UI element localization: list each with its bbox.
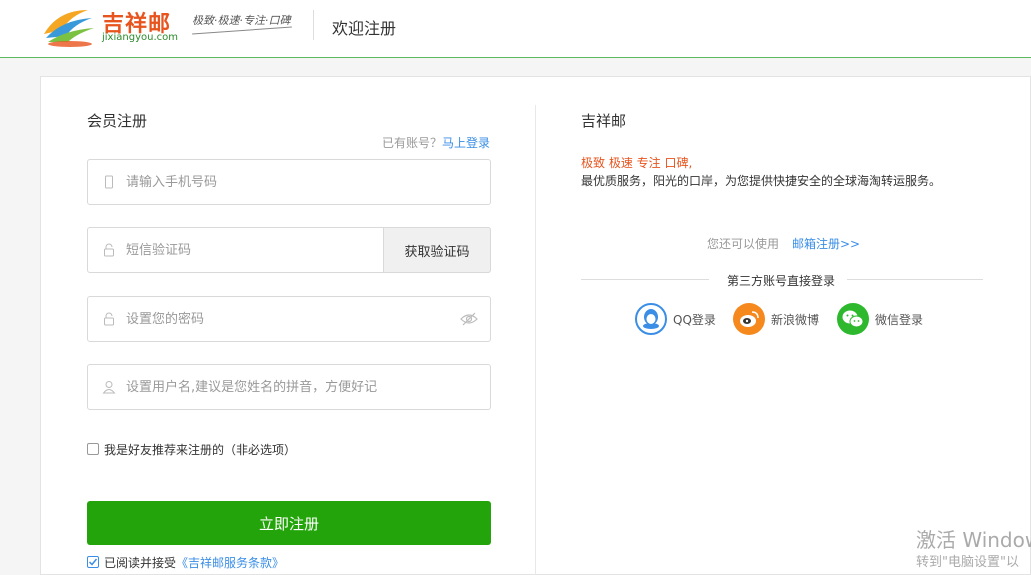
qq-login-label: QQ登录 xyxy=(673,312,716,327)
username-field[interactable] xyxy=(87,364,491,410)
password-field[interactable] xyxy=(87,296,491,342)
third-party-divider-left xyxy=(581,279,709,280)
weibo-login-button[interactable]: 新浪微博 xyxy=(733,302,819,336)
terms-link[interactable]: 《吉祥邮服务条款》 xyxy=(176,556,284,570)
third-party-divider-right xyxy=(847,279,983,280)
register-button[interactable]: 立即注册 xyxy=(87,501,491,545)
referral-label[interactable]: 我是好友推荐来注册的（非必选项） xyxy=(104,441,296,458)
phone-icon xyxy=(105,175,113,189)
eye-hidden-icon[interactable] xyxy=(460,311,478,327)
email-register-hint: 您还可以使用 xyxy=(707,237,780,251)
brand-title: 吉祥邮 xyxy=(581,112,627,130)
sms-code-input[interactable] xyxy=(126,228,376,272)
checkmark-icon xyxy=(88,558,98,566)
phone-field[interactable] xyxy=(87,159,491,205)
register-panel: 会员注册 已有账号？马上登录 获取验证码 xyxy=(40,76,1031,575)
header-divider xyxy=(313,10,314,40)
weibo-login-label: 新浪微博 xyxy=(771,312,820,327)
login-hint: 已有账号？马上登录 xyxy=(382,134,490,151)
phone-input[interactable] xyxy=(126,160,476,204)
lock-icon xyxy=(104,312,114,326)
brand-description: 最优质服务，阳光的口岸，为您提供快捷安全的全球海淘转运服务。 xyxy=(581,174,942,188)
brand-tagline: 极致 极速 专注 口碑, xyxy=(581,156,693,170)
wechat-login-button[interactable]: 微信登录 xyxy=(837,302,923,336)
password-input[interactable] xyxy=(126,297,446,341)
logo-slogan: 极致·极速·专注·口碑 xyxy=(192,14,291,27)
logo-domain: jixiangyou.com xyxy=(102,32,178,43)
sms-code-field[interactable]: 获取验证码 xyxy=(87,227,491,273)
referral-checkbox[interactable] xyxy=(87,443,99,455)
header-title: 欢迎注册 xyxy=(332,19,397,38)
logo-mark-icon xyxy=(44,10,94,47)
wechat-login-label: 微信登录 xyxy=(875,312,924,327)
third-party-title: 第三方账号直接登录 xyxy=(727,274,836,288)
qq-icon xyxy=(635,303,667,335)
site-logo[interactable]: 吉祥邮 jixiangyou.com xyxy=(40,4,180,48)
login-link[interactable]: 马上登录 xyxy=(442,136,490,150)
get-code-button[interactable]: 获取验证码 xyxy=(383,227,491,273)
email-register-link[interactable]: 邮箱注册>> xyxy=(792,235,860,252)
qq-login-button[interactable]: QQ登录 xyxy=(635,302,716,336)
agree-label: 已阅读并接受《吉祥邮服务条款》 xyxy=(104,554,284,571)
has-account-text: 已有账号？ xyxy=(382,136,443,150)
agree-text: 已阅读并接受 xyxy=(104,556,177,570)
weibo-icon xyxy=(733,303,765,335)
panel-divider xyxy=(535,105,536,575)
wechat-icon xyxy=(837,303,869,335)
register-title: 会员注册 xyxy=(87,112,148,130)
agree-checkbox[interactable] xyxy=(87,556,99,568)
windows-activation-subtext: 转到"电脑设置"以 xyxy=(916,555,1019,570)
username-input[interactable] xyxy=(126,365,476,409)
lock-icon xyxy=(104,243,114,257)
windows-activation-watermark: 激活 Window xyxy=(916,528,1031,552)
site-header: 吉祥邮 jixiangyou.com 极致·极速·专注·口碑 欢迎注册 xyxy=(0,0,1031,58)
user-icon xyxy=(102,381,116,394)
